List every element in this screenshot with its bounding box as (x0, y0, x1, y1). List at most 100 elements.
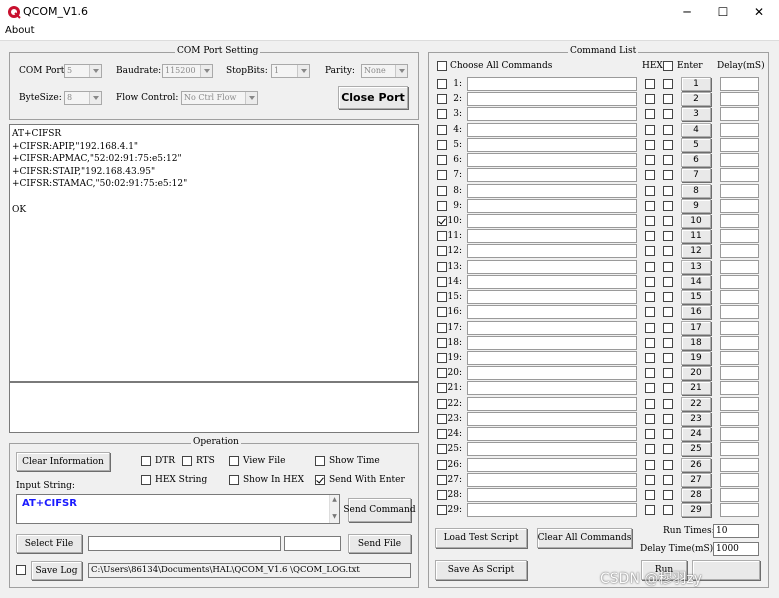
command-row-delay-input[interactable] (720, 503, 759, 517)
command-row-delay-input[interactable] (720, 412, 759, 426)
command-row-send-button[interactable]: 3 (681, 107, 711, 121)
show-time-checkbox[interactable] (315, 456, 325, 466)
command-row-send-button[interactable]: 1 (681, 77, 711, 91)
command-row-input[interactable] (467, 381, 637, 395)
command-row-hex-checkbox[interactable] (645, 490, 655, 500)
command-row-hex-checkbox[interactable] (645, 79, 655, 89)
command-row-delay-input[interactable] (720, 123, 759, 137)
menu-item-about[interactable]: About (5, 25, 35, 36)
command-row-input[interactable] (467, 138, 637, 152)
log-path-field[interactable]: C:\Users\86134\Documents\HAL\QCOM_V1.6 \… (88, 563, 411, 578)
command-row-input[interactable] (467, 168, 637, 182)
command-row-enter-checkbox[interactable] (663, 338, 673, 348)
command-row-enter-checkbox[interactable] (663, 292, 673, 302)
command-row-hex-checkbox[interactable] (645, 505, 655, 515)
command-row-enter-checkbox[interactable] (663, 490, 673, 500)
command-row-enter-checkbox[interactable] (663, 216, 673, 226)
command-row-hex-checkbox[interactable] (645, 292, 655, 302)
command-row-delay-input[interactable] (720, 229, 759, 243)
show-in-hex-checkbox[interactable] (229, 475, 239, 485)
command-row-delay-input[interactable] (720, 442, 759, 456)
command-row-send-button[interactable]: 17 (681, 321, 711, 335)
command-row-input[interactable] (467, 473, 637, 487)
command-row-enter-checkbox[interactable] (663, 475, 673, 485)
command-row-hex-checkbox[interactable] (645, 460, 655, 470)
command-row-enter-checkbox[interactable] (663, 155, 673, 165)
command-row-input[interactable] (467, 351, 637, 365)
command-row-hex-checkbox[interactable] (645, 246, 655, 256)
command-row-enter-checkbox[interactable] (663, 109, 673, 119)
command-row-input[interactable] (467, 229, 637, 243)
command-row-hex-checkbox[interactable] (645, 155, 655, 165)
command-row-send-button[interactable]: 12 (681, 244, 711, 258)
dtr-checkbox[interactable] (141, 456, 151, 466)
command-row-delay-input[interactable] (720, 397, 759, 411)
command-row-input[interactable] (467, 184, 637, 198)
command-row-send-button[interactable]: 15 (681, 290, 711, 304)
receive-textbox[interactable]: AT+CIFSR +CIFSR:APIP,"192.168.4.1" +CIFSR:… (9, 124, 419, 382)
command-row-hex-checkbox[interactable] (645, 125, 655, 135)
command-row-enter-checkbox[interactable] (663, 140, 673, 150)
send-command-button[interactable]: Send Command (343, 498, 416, 522)
command-row-hex-checkbox[interactable] (645, 94, 655, 104)
flow-control-select[interactable]: No Ctrl Flow (181, 91, 258, 105)
command-row-send-button[interactable]: 8 (681, 184, 711, 198)
clear-all-commands-button[interactable]: Clear All Commands (537, 528, 632, 548)
command-row-delay-input[interactable] (720, 107, 759, 121)
clear-information-button[interactable]: Clear Information (16, 452, 110, 471)
command-row-input[interactable] (467, 412, 637, 426)
command-row-delay-input[interactable] (720, 214, 759, 228)
command-row-send-button[interactable]: 29 (681, 503, 711, 517)
command-row-enter-checkbox[interactable] (663, 414, 673, 424)
secondary-textbox[interactable] (9, 382, 419, 433)
save-as-script-button[interactable]: Save As Script (435, 560, 527, 580)
command-row-hex-checkbox[interactable] (645, 444, 655, 454)
command-row-input[interactable] (467, 321, 637, 335)
command-row-input[interactable] (467, 366, 637, 380)
command-row-send-button[interactable]: 16 (681, 305, 711, 319)
command-row-enter-checkbox[interactable] (663, 307, 673, 317)
command-row-input[interactable] (467, 458, 637, 472)
command-row-delay-input[interactable] (720, 168, 759, 182)
command-row-send-button[interactable]: 22 (681, 397, 711, 411)
command-row-hex-checkbox[interactable] (645, 368, 655, 378)
command-row-input[interactable] (467, 123, 637, 137)
command-row-enter-checkbox[interactable] (663, 323, 673, 333)
command-row-input[interactable] (467, 199, 637, 213)
command-row-hex-checkbox[interactable] (645, 277, 655, 287)
command-row-input[interactable] (467, 305, 637, 319)
command-row-delay-input[interactable] (720, 366, 759, 380)
extra-button[interactable] (692, 560, 760, 580)
com-port-select[interactable]: 5 (64, 64, 102, 78)
command-row-send-button[interactable]: 11 (681, 229, 711, 243)
command-row-input[interactable] (467, 503, 637, 517)
command-row-input[interactable] (467, 107, 637, 121)
save-log-checkbox[interactable] (16, 565, 26, 575)
command-row-input[interactable] (467, 214, 637, 228)
command-row-enter-checkbox[interactable] (663, 429, 673, 439)
command-row-send-button[interactable]: 9 (681, 199, 711, 213)
command-row-delay-input[interactable] (720, 488, 759, 502)
command-row-input[interactable] (467, 397, 637, 411)
command-row-send-button[interactable]: 28 (681, 488, 711, 502)
command-row-delay-input[interactable] (720, 184, 759, 198)
command-row-hex-checkbox[interactable] (645, 186, 655, 196)
command-row-hex-checkbox[interactable] (645, 170, 655, 180)
command-row-send-button[interactable]: 6 (681, 153, 711, 167)
command-row-enter-checkbox[interactable] (663, 94, 673, 104)
parity-select[interactable]: None (361, 64, 408, 78)
command-row-input[interactable] (467, 442, 637, 456)
command-row-input[interactable] (467, 427, 637, 441)
command-row-send-button[interactable]: 27 (681, 473, 711, 487)
command-row-enter-checkbox[interactable] (663, 399, 673, 409)
command-row-enter-checkbox[interactable] (663, 277, 673, 287)
command-row-send-button[interactable]: 18 (681, 336, 711, 350)
command-row-hex-checkbox[interactable] (645, 414, 655, 424)
command-row-delay-input[interactable] (720, 138, 759, 152)
file-path-field[interactable] (88, 536, 281, 551)
command-row-send-button[interactable]: 24 (681, 427, 711, 441)
command-row-enter-checkbox[interactable] (663, 505, 673, 515)
choose-all-checkbox[interactable] (437, 61, 447, 71)
command-row-input[interactable] (467, 290, 637, 304)
send-with-enter-checkbox[interactable] (315, 475, 325, 485)
